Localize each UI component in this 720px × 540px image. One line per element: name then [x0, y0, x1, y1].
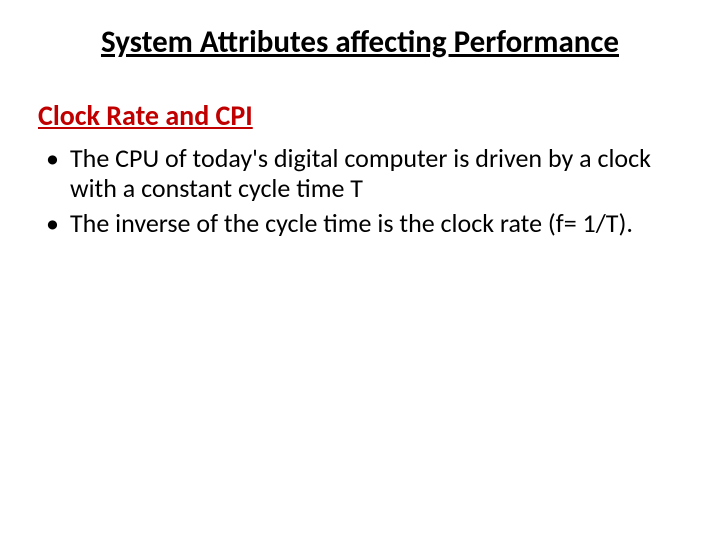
slide: System Attributes affecting Performance …	[0, 0, 720, 540]
list-item: The CPU of today's digital computer is d…	[64, 143, 682, 204]
slide-subheading: Clock Rate and CPI	[38, 99, 682, 133]
list-item: The inverse of the cycle time is the clo…	[64, 208, 682, 239]
bullet-list: The CPU of today's digital computer is d…	[38, 143, 682, 239]
slide-title: System Attributes affecting Performance	[38, 24, 682, 61]
